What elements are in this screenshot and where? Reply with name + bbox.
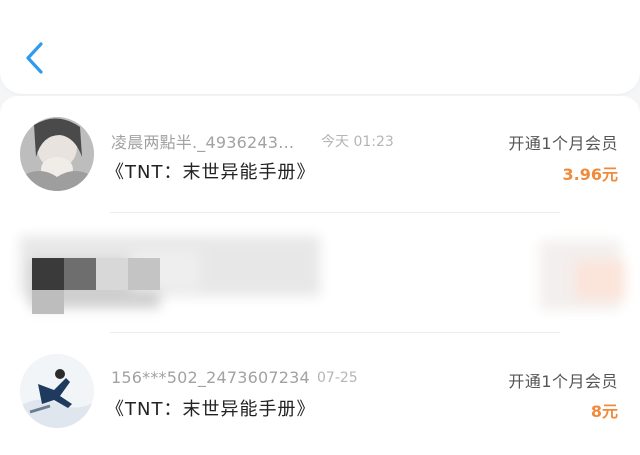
- record-time: 07-25: [317, 370, 358, 386]
- avatar[interactable]: [20, 354, 94, 428]
- list-item[interactable]: 156***502_2473607234 07-25 《TNT：末世异能手册》 …: [0, 334, 640, 449]
- chevron-left-icon: [26, 42, 43, 74]
- record-time: 今天 01:23: [321, 134, 394, 150]
- plan-label: 开通1个月会员: [508, 372, 618, 391]
- amount-value: 8元: [590, 402, 618, 421]
- book-title: 《TNT：末世异能手册》: [106, 399, 316, 420]
- divider: [110, 332, 560, 333]
- membership-record-list: 凌晨两點半._4936243… 今天 01:23 《TNT：末世异能手册》 开通…: [0, 96, 640, 455]
- redacted-list-item: [0, 220, 640, 328]
- top-bar: [0, 0, 640, 94]
- avatar[interactable]: [20, 117, 94, 191]
- user-name: 156***502_2473607234: [111, 368, 310, 387]
- list-item[interactable]: 凌晨两點半._4936243… 今天 01:23 《TNT：末世异能手册》 开通…: [0, 96, 640, 211]
- plan-label: 开通1个月会员: [508, 134, 618, 153]
- user-name: 凌晨两點半._4936243…: [111, 133, 295, 152]
- back-button[interactable]: [18, 38, 52, 78]
- amount-value: 3.96元: [562, 165, 618, 184]
- divider: [110, 212, 560, 213]
- book-title: 《TNT：末世异能手册》: [106, 162, 316, 183]
